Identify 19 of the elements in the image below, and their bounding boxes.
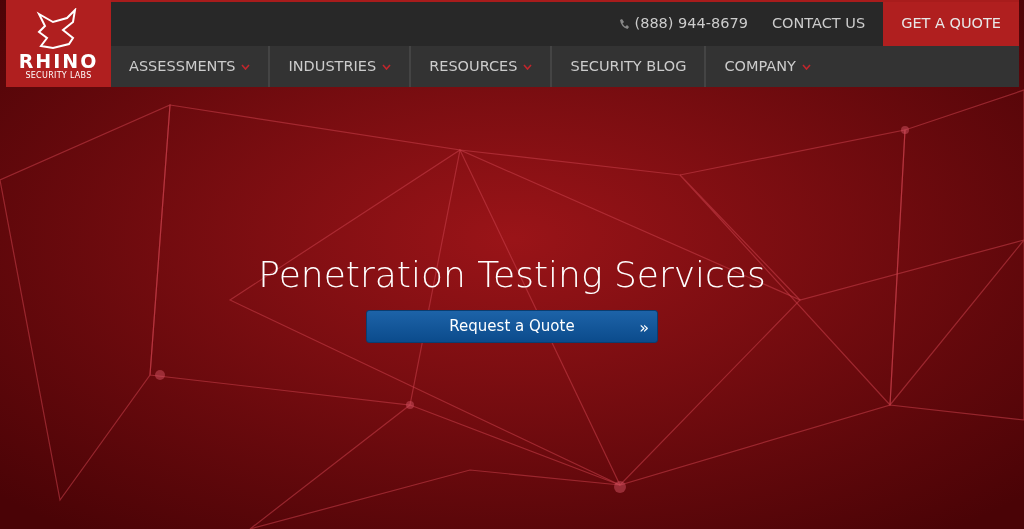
caret-icon	[523, 63, 533, 70]
logo-text: RHINO	[18, 52, 99, 72]
get-quote-button[interactable]: GET A QUOTE	[883, 2, 1019, 46]
logo-tagline: SECURITY LABS	[25, 71, 92, 81]
caret-icon	[801, 63, 811, 70]
hero-title: Penetration Testing Services	[258, 253, 766, 297]
request-quote-button[interactable]: Request a Quote »	[366, 310, 658, 344]
phone-number[interactable]: (888) 944-8679	[634, 13, 748, 35]
logo-panel[interactable]: RHINO SECURITY LABS	[6, 0, 111, 87]
nav-item[interactable]: ASSESSMENTS	[111, 46, 271, 87]
caret-icon	[241, 63, 251, 70]
caret-icon	[382, 63, 392, 70]
contact-link[interactable]: CONTACT US	[771, 13, 866, 35]
nav-item[interactable]: COMPANY	[706, 46, 829, 87]
chevrons-icon: »	[639, 316, 649, 341]
nav-item[interactable]: SECURITY BLOG	[552, 46, 707, 87]
nav-item[interactable]: RESOURCES	[411, 46, 553, 87]
nav-item[interactable]: INDUSTRIES	[270, 46, 412, 87]
phone-icon	[618, 18, 629, 30]
